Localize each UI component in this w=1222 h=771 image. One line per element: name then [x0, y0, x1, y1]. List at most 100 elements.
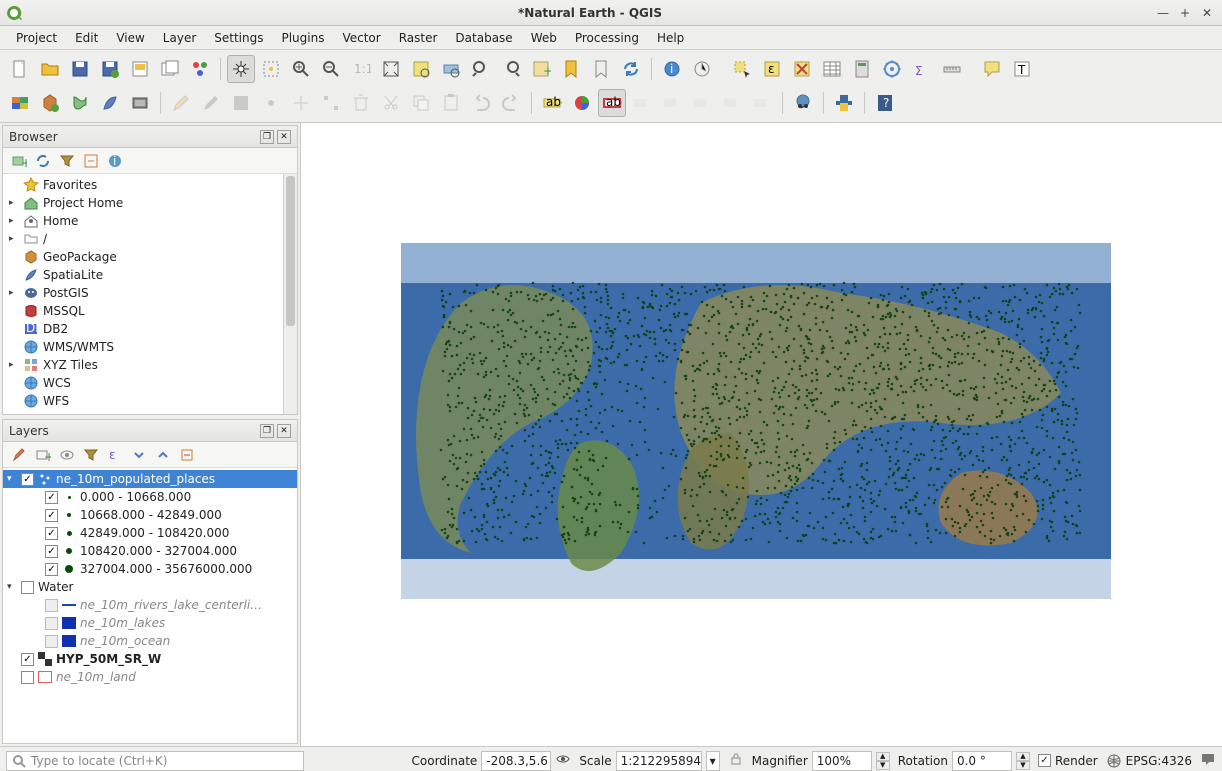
save-project-as-button[interactable]: [96, 55, 124, 83]
new-geopackage-button[interactable]: [36, 89, 64, 117]
browser-collapse-icon[interactable]: [81, 151, 101, 171]
window-minimize-button[interactable]: —: [1154, 6, 1172, 20]
expander-icon[interactable]: ▸: [9, 216, 19, 226]
browser-item[interactable]: ▸/: [3, 230, 297, 248]
window-maximize-button[interactable]: +: [1176, 6, 1194, 20]
pin-label-button[interactable]: [628, 89, 656, 117]
menu-edit[interactable]: Edit: [67, 29, 106, 47]
render-checkbox[interactable]: ✓: [1038, 754, 1051, 767]
layer-row[interactable]: ▾✓ne_10m_populated_places: [3, 470, 297, 488]
diagram-button[interactable]: [568, 89, 596, 117]
node-tool-button[interactable]: [317, 89, 345, 117]
cut-features-button[interactable]: [377, 89, 405, 117]
menu-vector[interactable]: Vector: [334, 29, 388, 47]
browser-scrollbar[interactable]: [283, 174, 297, 414]
layer-visibility-checkbox[interactable]: [45, 635, 58, 648]
browser-item[interactable]: WFS: [3, 392, 297, 410]
layer-visibility-checkbox[interactable]: ✓: [21, 473, 34, 486]
field-calculator-button[interactable]: [848, 55, 876, 83]
new-print-layout-button[interactable]: [126, 55, 154, 83]
help-button[interactable]: ?: [871, 89, 899, 117]
map-canvas[interactable]: [300, 123, 1222, 746]
measure-button[interactable]: [938, 55, 966, 83]
expander-icon[interactable]: ▾: [7, 582, 17, 592]
menu-web[interactable]: Web: [523, 29, 565, 47]
layers-expand-icon[interactable]: [129, 445, 149, 465]
browser-properties-icon[interactable]: i: [105, 151, 125, 171]
attribute-table-button[interactable]: [818, 55, 846, 83]
layer-visibility-checkbox[interactable]: ✓: [45, 545, 58, 558]
rotate-label-button[interactable]: [718, 89, 746, 117]
expander-icon[interactable]: ▸: [9, 360, 19, 370]
menu-settings[interactable]: Settings: [206, 29, 271, 47]
save-project-button[interactable]: [66, 55, 94, 83]
layer-row[interactable]: ne_10m_rivers_lake_centerli…: [3, 596, 297, 614]
expander-icon[interactable]: ▸: [9, 288, 19, 298]
layer-row[interactable]: ne_10m_ocean: [3, 632, 297, 650]
layer-visibility-checkbox[interactable]: [21, 581, 34, 594]
paste-features-button[interactable]: [437, 89, 465, 117]
layer-visibility-checkbox[interactable]: ✓: [45, 527, 58, 540]
browser-add-layer-icon[interactable]: +: [9, 151, 29, 171]
show-bookmarks-button[interactable]: [587, 55, 615, 83]
crs-field[interactable]: EPSG:4326: [1106, 753, 1192, 769]
new-bookmark-button[interactable]: [557, 55, 585, 83]
action-button[interactable]: [688, 55, 716, 83]
style-manager-button[interactable]: [186, 55, 214, 83]
browser-refresh-icon[interactable]: [33, 151, 53, 171]
zoom-native-button[interactable]: 1:1: [347, 55, 375, 83]
new-project-button[interactable]: [6, 55, 34, 83]
layer-visibility-checkbox[interactable]: ✓: [45, 563, 58, 576]
layer-row[interactable]: ✓HYP_50M_SR_W: [3, 650, 297, 668]
layer-row[interactable]: ✓42849.000 - 108420.000: [3, 524, 297, 542]
browser-item[interactable]: Favorites: [3, 176, 297, 194]
lock-scale-icon[interactable]: [728, 751, 744, 770]
layers-add-group-icon[interactable]: +: [33, 445, 53, 465]
move-feature-button[interactable]: [287, 89, 315, 117]
browser-item[interactable]: MSSQL: [3, 302, 297, 320]
rotation-input[interactable]: 0.0 °: [952, 751, 1012, 771]
browser-panel-close-button[interactable]: ✕: [277, 130, 291, 144]
menu-raster[interactable]: Raster: [391, 29, 446, 47]
pan-map-button[interactable]: [227, 55, 255, 83]
undo-button[interactable]: [467, 89, 495, 117]
change-label-button[interactable]: [748, 89, 776, 117]
processing-toolbox-button[interactable]: [878, 55, 906, 83]
menu-plugins[interactable]: Plugins: [273, 29, 332, 47]
menu-database[interactable]: Database: [447, 29, 520, 47]
layers-filter-icon[interactable]: [81, 445, 101, 465]
new-virtual-layer-button[interactable]: [126, 89, 154, 117]
layer-row[interactable]: ▾Water: [3, 578, 297, 596]
browser-panel-float-button[interactable]: ❐: [260, 130, 274, 144]
statistics-button[interactable]: Σ: [908, 55, 936, 83]
toggle-editing-button[interactable]: [167, 89, 195, 117]
layout-manager-button[interactable]: [156, 55, 184, 83]
python-console-button[interactable]: [830, 89, 858, 117]
browser-item[interactable]: GeoPackage: [3, 248, 297, 266]
browser-item[interactable]: SpatiaLite: [3, 266, 297, 284]
magnifier-input[interactable]: 100%: [812, 751, 872, 771]
copy-features-button[interactable]: [407, 89, 435, 117]
menu-layer[interactable]: Layer: [155, 29, 204, 47]
browser-item[interactable]: ▸PostGIS: [3, 284, 297, 302]
layer-visibility-checkbox[interactable]: ✓: [45, 509, 58, 522]
layer-visibility-checkbox[interactable]: [45, 617, 58, 630]
browser-item[interactable]: WCS: [3, 374, 297, 392]
identify-button[interactable]: i: [658, 55, 686, 83]
layer-visibility-checkbox[interactable]: ✓: [45, 491, 58, 504]
data-source-manager-button[interactable]: [6, 89, 34, 117]
rotation-spinner[interactable]: ▲▼: [1016, 752, 1030, 770]
label-tool-button[interactable]: abc: [538, 89, 566, 117]
open-project-button[interactable]: [36, 55, 64, 83]
layer-row[interactable]: ne_10m_lakes: [3, 614, 297, 632]
refresh-button[interactable]: [617, 55, 645, 83]
scale-dropdown-button[interactable]: ▾: [706, 751, 720, 771]
save-layer-edits-button[interactable]: [227, 89, 255, 117]
text-annotation-button[interactable]: T: [1008, 55, 1036, 83]
zoom-selection-button[interactable]: [407, 55, 435, 83]
scale-input[interactable]: 1:212295894: [616, 751, 702, 771]
expander-icon[interactable]: ▸: [9, 234, 19, 244]
layers-expression-icon[interactable]: ε: [105, 445, 125, 465]
pan-to-selection-button[interactable]: [257, 55, 285, 83]
zoom-layer-button[interactable]: [437, 55, 465, 83]
